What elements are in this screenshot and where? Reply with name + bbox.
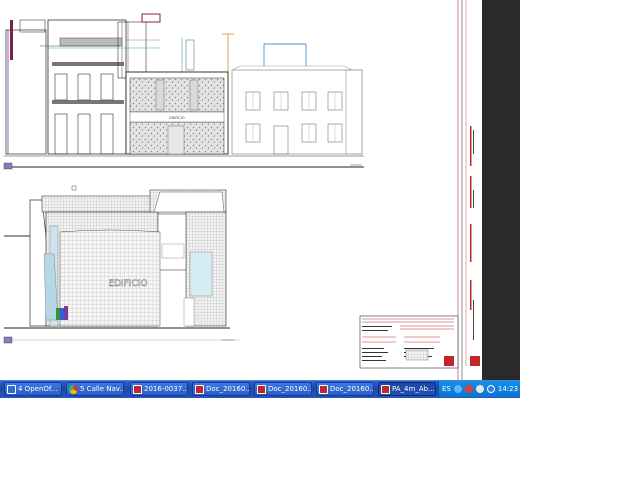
pdf-icon: [381, 384, 390, 394]
viewer-scrollbar[interactable]: [482, 0, 520, 380]
task-label: Doc_20160...: [330, 385, 374, 393]
network-icon[interactable]: [475, 385, 484, 393]
taskbar-button-pdf-3[interactable]: Doc_20160...: [254, 382, 312, 396]
building-sign-upper: EDIFICIO: [169, 116, 184, 120]
task-label: Doc_20160...: [206, 385, 250, 393]
building-sign-lower: EDIFICIO: [108, 279, 147, 289]
taskbar-button-chrome[interactable]: 5 Calle Nav...: [66, 382, 124, 396]
task-label: 2016-0037...: [144, 385, 188, 393]
upper-elevation: EDIFICIO: [3, 13, 364, 170]
taskbar: 4 OpenOf... 5 Calle Nav... 2016-0037... …: [0, 380, 520, 398]
pdf-icon: [257, 384, 266, 394]
taskbar-button-pdf-active[interactable]: PA_4m_Ab...: [378, 382, 436, 396]
desktop: EDIFICIO EDIFICIO 4 OpenOf... 5 Calle Na…: [0, 0, 640, 480]
pdf-icon: [133, 384, 142, 394]
taskbar-button-pdf-2[interactable]: Doc_20160...: [192, 382, 250, 396]
taskbar-button-openoffice[interactable]: 4 OpenOf...: [4, 382, 62, 396]
lower-section: EDIFICIO: [3, 185, 240, 344]
task-label: 5 Calle Nav...: [80, 385, 124, 393]
pdf-icon: [319, 384, 328, 394]
system-tray: ES 14:23: [438, 381, 520, 397]
pdf-document-view[interactable]: EDIFICIO EDIFICIO: [0, 0, 520, 380]
title-block: [359, 0, 480, 380]
taskbar-button-pdf-1[interactable]: 2016-0037...: [130, 382, 188, 396]
language-indicator[interactable]: ES: [442, 385, 451, 393]
antivirus-icon[interactable]: [464, 385, 473, 393]
openoffice-icon: [7, 384, 16, 394]
architectural-elevation-drawing: EDIFICIO EDIFICIO: [3, 0, 480, 380]
pdf-icon: [195, 384, 204, 394]
help-icon[interactable]: [453, 385, 462, 393]
taskbar-button-pdf-4[interactable]: Doc_20160...: [316, 382, 374, 396]
volume-icon[interactable]: [486, 385, 495, 393]
task-label: 4 OpenOf...: [18, 385, 58, 393]
task-label: Doc_20160...: [268, 385, 312, 393]
clock[interactable]: 14:23: [498, 385, 518, 393]
chrome-icon: [69, 384, 78, 394]
task-label: PA_4m_Ab...: [392, 385, 435, 393]
